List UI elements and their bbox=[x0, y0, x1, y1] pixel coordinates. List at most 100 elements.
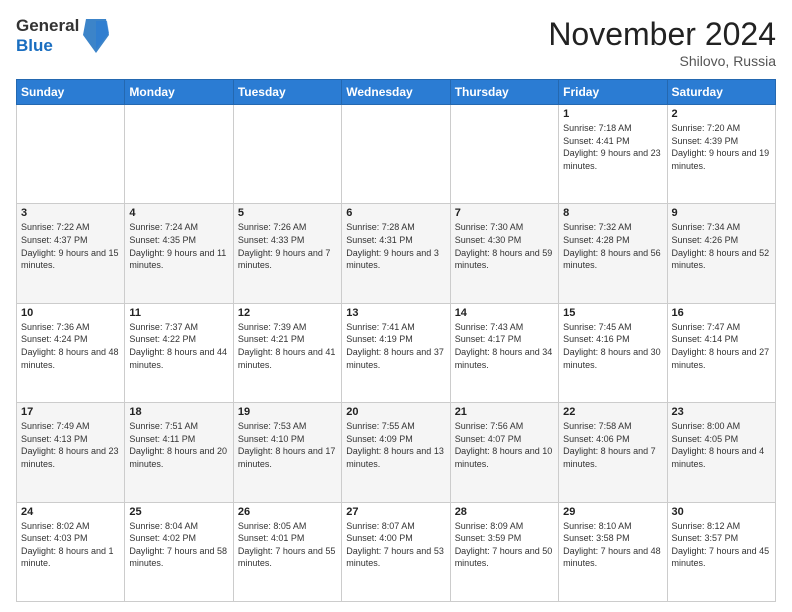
day-number: 4 bbox=[129, 207, 228, 219]
col-sunday: Sunday bbox=[17, 80, 125, 105]
cell-w3-d5: 15Sunrise: 7:45 AM Sunset: 4:16 PM Dayli… bbox=[559, 303, 667, 402]
day-number: 11 bbox=[129, 307, 228, 319]
day-number: 29 bbox=[563, 506, 662, 518]
cell-w5-d1: 25 Sunrise: 8:04 AM Sunset: 4:02 PM Dayli… bbox=[125, 502, 233, 601]
cell-w5-d0: 24 Sunrise: 8:02 AM Sunset: 4:03 PM Dayli… bbox=[17, 502, 125, 601]
cell-w3-d1: 11 Sunrise: 7:37 AM Sunset: 4:22 PM Dayli… bbox=[125, 303, 233, 402]
col-saturday: Saturday bbox=[667, 80, 775, 105]
day-number: 1 bbox=[563, 108, 662, 120]
day-number: 26 bbox=[238, 506, 337, 518]
day-number: 16 bbox=[672, 307, 771, 319]
day-number: 5 bbox=[238, 207, 337, 219]
cell-w3-d4: 14 Sunrise: 7:43 AM Sunset: 4:17 PM Dayli… bbox=[450, 303, 558, 402]
location-subtitle: Shilovo, Russia bbox=[548, 53, 776, 69]
day-info: Sunrise: 7:24 AM Sunset: 4:35 PM Dayligh… bbox=[129, 221, 228, 271]
day-info: Sunrise: 7:45 AM Sunset: 4:16 PM Dayligh… bbox=[563, 321, 662, 371]
day-number: 22 bbox=[563, 406, 662, 418]
cell-w2-d4: 7Sunrise: 7:30 AM Sunset: 4:30 PM Daylig… bbox=[450, 204, 558, 303]
day-number: 9 bbox=[672, 207, 771, 219]
day-info: Sunrise: 7:53 AM Sunset: 4:10 PM Dayligh… bbox=[238, 420, 337, 470]
day-number: 25 bbox=[129, 506, 228, 518]
col-tuesday: Tuesday bbox=[233, 80, 341, 105]
cell-w5-d3: 27Sunrise: 8:07 AM Sunset: 4:00 PM Dayli… bbox=[342, 502, 450, 601]
day-info: Sunrise: 7:47 AM Sunset: 4:14 PM Dayligh… bbox=[672, 321, 771, 371]
day-info: Sunrise: 7:20 AM Sunset: 4:39 PM Dayligh… bbox=[672, 122, 771, 172]
day-info: Sunrise: 7:22 AM Sunset: 4:37 PM Dayligh… bbox=[21, 221, 120, 271]
day-info: Sunrise: 7:58 AM Sunset: 4:06 PM Dayligh… bbox=[563, 420, 662, 470]
day-number: 3 bbox=[21, 207, 120, 219]
cell-w2-d6: 9 Sunrise: 7:34 AM Sunset: 4:26 PM Daylig… bbox=[667, 204, 775, 303]
day-info: Sunrise: 7:37 AM Sunset: 4:22 PM Dayligh… bbox=[129, 321, 228, 371]
day-info: Sunrise: 8:04 AM Sunset: 4:02 PM Dayligh… bbox=[129, 520, 228, 570]
day-info: Sunrise: 7:41 AM Sunset: 4:19 PM Dayligh… bbox=[346, 321, 445, 371]
day-info: Sunrise: 8:12 AM Sunset: 3:57 PM Dayligh… bbox=[672, 520, 771, 570]
col-monday: Monday bbox=[125, 80, 233, 105]
cell-w4-d2: 19 Sunrise: 7:53 AM Sunset: 4:10 PM Dayli… bbox=[233, 403, 341, 502]
calendar-header-row: Sunday Monday Tuesday Wednesday Thursday… bbox=[17, 80, 776, 105]
day-number: 24 bbox=[21, 506, 120, 518]
cell-w1-d2 bbox=[233, 105, 341, 204]
cell-w5-d2: 26 Sunrise: 8:05 AM Sunset: 4:01 PM Dayli… bbox=[233, 502, 341, 601]
week-row-5: 24 Sunrise: 8:02 AM Sunset: 4:03 PM Dayli… bbox=[17, 502, 776, 601]
cell-w5-d5: 29 Sunrise: 8:10 AM Sunset: 3:58 PM Dayli… bbox=[559, 502, 667, 601]
calendar-table: Sunday Monday Tuesday Wednesday Thursday… bbox=[16, 79, 776, 602]
cell-w4-d3: 20 Sunrise: 7:55 AM Sunset: 4:09 PM Dayli… bbox=[342, 403, 450, 502]
col-friday: Friday bbox=[559, 80, 667, 105]
logo-blue: Blue bbox=[16, 36, 79, 56]
day-info: Sunrise: 7:36 AM Sunset: 4:24 PM Dayligh… bbox=[21, 321, 120, 371]
day-info: Sunrise: 8:10 AM Sunset: 3:58 PM Dayligh… bbox=[563, 520, 662, 570]
cell-w2-d1: 4 Sunrise: 7:24 AM Sunset: 4:35 PM Daylig… bbox=[125, 204, 233, 303]
day-info: Sunrise: 7:34 AM Sunset: 4:26 PM Dayligh… bbox=[672, 221, 771, 271]
cell-w1-d4 bbox=[450, 105, 558, 204]
cell-w1-d0 bbox=[17, 105, 125, 204]
day-number: 27 bbox=[346, 506, 445, 518]
day-info: Sunrise: 7:26 AM Sunset: 4:33 PM Dayligh… bbox=[238, 221, 337, 271]
day-number: 2 bbox=[672, 108, 771, 120]
day-number: 21 bbox=[455, 406, 554, 418]
day-number: 13 bbox=[346, 307, 445, 319]
day-number: 19 bbox=[238, 406, 337, 418]
cell-w2-d5: 8Sunrise: 7:32 AM Sunset: 4:28 PM Daylig… bbox=[559, 204, 667, 303]
cell-w4-d1: 18Sunrise: 7:51 AM Sunset: 4:11 PM Dayli… bbox=[125, 403, 233, 502]
day-number: 10 bbox=[21, 307, 120, 319]
day-info: Sunrise: 8:05 AM Sunset: 4:01 PM Dayligh… bbox=[238, 520, 337, 570]
day-info: Sunrise: 7:39 AM Sunset: 4:21 PM Dayligh… bbox=[238, 321, 337, 371]
header: General Blue November 2024 Shilovo, Russ… bbox=[16, 16, 776, 69]
day-number: 28 bbox=[455, 506, 554, 518]
day-info: Sunrise: 7:55 AM Sunset: 4:09 PM Dayligh… bbox=[346, 420, 445, 470]
logo-general: General bbox=[16, 16, 79, 36]
cell-w4-d4: 21 Sunrise: 7:56 AM Sunset: 4:07 PM Dayli… bbox=[450, 403, 558, 502]
page: General Blue November 2024 Shilovo, Russ… bbox=[0, 0, 792, 612]
title-block: November 2024 Shilovo, Russia bbox=[548, 16, 776, 69]
cell-w1-d5: 1Sunrise: 7:18 AM Sunset: 4:41 PM Daylig… bbox=[559, 105, 667, 204]
day-number: 30 bbox=[672, 506, 771, 518]
day-info: Sunrise: 8:09 AM Sunset: 3:59 PM Dayligh… bbox=[455, 520, 554, 570]
week-row-1: 1Sunrise: 7:18 AM Sunset: 4:41 PM Daylig… bbox=[17, 105, 776, 204]
col-wednesday: Wednesday bbox=[342, 80, 450, 105]
day-number: 20 bbox=[346, 406, 445, 418]
logo: General Blue bbox=[16, 16, 111, 55]
cell-w3-d2: 12Sunrise: 7:39 AM Sunset: 4:21 PM Dayli… bbox=[233, 303, 341, 402]
day-info: Sunrise: 7:49 AM Sunset: 4:13 PM Dayligh… bbox=[21, 420, 120, 470]
day-info: Sunrise: 8:00 AM Sunset: 4:05 PM Dayligh… bbox=[672, 420, 771, 470]
day-info: Sunrise: 7:32 AM Sunset: 4:28 PM Dayligh… bbox=[563, 221, 662, 271]
week-row-2: 3 Sunrise: 7:22 AM Sunset: 4:37 PM Daylig… bbox=[17, 204, 776, 303]
day-info: Sunrise: 8:02 AM Sunset: 4:03 PM Dayligh… bbox=[21, 520, 120, 570]
day-info: Sunrise: 7:51 AM Sunset: 4:11 PM Dayligh… bbox=[129, 420, 228, 470]
day-info: Sunrise: 7:43 AM Sunset: 4:17 PM Dayligh… bbox=[455, 321, 554, 371]
cell-w4-d5: 22 Sunrise: 7:58 AM Sunset: 4:06 PM Dayli… bbox=[559, 403, 667, 502]
cell-w4-d6: 23Sunrise: 8:00 AM Sunset: 4:05 PM Dayli… bbox=[667, 403, 775, 502]
day-info: Sunrise: 7:56 AM Sunset: 4:07 PM Dayligh… bbox=[455, 420, 554, 470]
week-row-3: 10 Sunrise: 7:36 AM Sunset: 4:24 PM Dayli… bbox=[17, 303, 776, 402]
day-number: 17 bbox=[21, 406, 120, 418]
logo-icon bbox=[81, 17, 111, 55]
cell-w3-d0: 10 Sunrise: 7:36 AM Sunset: 4:24 PM Dayli… bbox=[17, 303, 125, 402]
day-info: Sunrise: 7:30 AM Sunset: 4:30 PM Dayligh… bbox=[455, 221, 554, 271]
day-number: 14 bbox=[455, 307, 554, 319]
cell-w4-d0: 17 Sunrise: 7:49 AM Sunset: 4:13 PM Dayli… bbox=[17, 403, 125, 502]
cell-w5-d6: 30 Sunrise: 8:12 AM Sunset: 3:57 PM Dayli… bbox=[667, 502, 775, 601]
cell-w2-d0: 3 Sunrise: 7:22 AM Sunset: 4:37 PM Daylig… bbox=[17, 204, 125, 303]
cell-w2-d3: 6Sunrise: 7:28 AM Sunset: 4:31 PM Daylig… bbox=[342, 204, 450, 303]
week-row-4: 17 Sunrise: 7:49 AM Sunset: 4:13 PM Dayli… bbox=[17, 403, 776, 502]
cell-w1-d1 bbox=[125, 105, 233, 204]
